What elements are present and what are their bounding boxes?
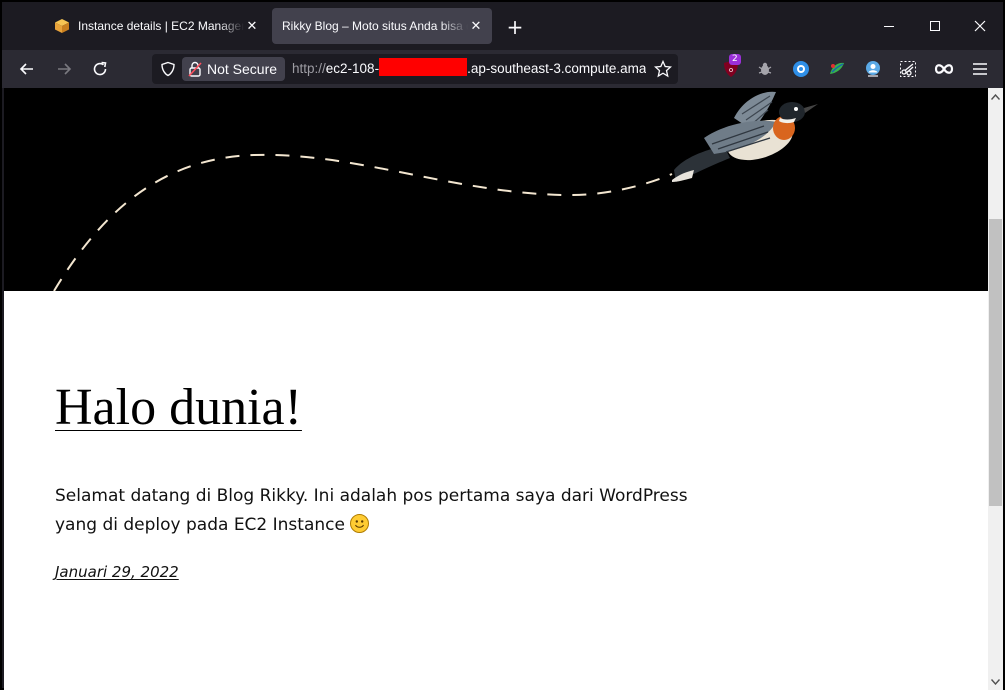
tab-title: Rikky Blog – Moto situs Anda bisa dileta… (282, 19, 468, 33)
feather-extension-button[interactable] (827, 59, 847, 79)
infinity-icon (934, 64, 954, 74)
chevron-down-icon (991, 678, 1000, 685)
scroll-up-button[interactable] (988, 88, 1003, 105)
dashed-flight-path (53, 153, 673, 291)
person-pin-icon (866, 61, 880, 77)
globe-extension-button[interactable] (791, 59, 811, 79)
maximize-button[interactable] (912, 2, 958, 50)
minimize-button[interactable] (866, 2, 912, 50)
site-security-indicator[interactable]: Not Secure (182, 57, 286, 81)
extension-badge: 2 (729, 54, 741, 65)
new-tab-button[interactable]: + (502, 14, 528, 40)
application-menu-button[interactable] (970, 59, 990, 79)
globe-icon (793, 61, 809, 77)
aws-box-icon (55, 19, 69, 33)
url-text[interactable]: http://ec2-108- .ap-southeast-3.compute.a… (292, 54, 646, 84)
page-viewport: Halo dunia! Selamat datang di Blog Rikky… (4, 88, 988, 690)
header-hero-banner (4, 88, 988, 291)
bug-extension-button[interactable] (755, 59, 775, 79)
person-extension-button[interactable] (863, 59, 883, 79)
close-tab-icon[interactable]: ✕ (244, 18, 260, 34)
tracking-protection-shield-icon[interactable] (160, 61, 176, 77)
arrow-left-icon (19, 63, 33, 75)
close-icon (974, 20, 986, 32)
scroll-down-button[interactable] (988, 673, 1003, 690)
bookmark-star-icon[interactable] (654, 60, 672, 78)
svg-text:o: o (729, 66, 733, 74)
bug-icon (758, 62, 772, 75)
navigation-toolbar: Not Secure http://ec2-108- .ap-southeast-… (2, 50, 1003, 88)
arrow-right-icon (58, 63, 72, 75)
post-date-link[interactable]: Januari 29, 2022 (55, 563, 179, 581)
reload-button[interactable] (86, 55, 114, 83)
forward-button[interactable] (50, 55, 78, 83)
chevron-up-icon (991, 93, 1000, 100)
back-button[interactable] (13, 55, 41, 83)
tab-rikky-blog[interactable]: Rikky Blog – Moto situs Anda bisa dileta… (272, 8, 492, 44)
smiley-emoji-icon (350, 514, 370, 533)
post-title-link[interactable]: Halo dunia! (55, 378, 302, 438)
close-window-button[interactable] (957, 2, 1003, 50)
tab-strip: Instance details | EC2 Management Consol… (2, 2, 1003, 50)
bird-illustration (672, 91, 818, 182)
tab-ec2-console[interactable]: Instance details | EC2 Management Consol… (44, 8, 268, 44)
reload-icon (93, 61, 107, 76)
feather-icon (830, 62, 844, 74)
tab-title: Instance details | EC2 Management Consol… (78, 19, 244, 33)
redaction-block (379, 58, 468, 76)
hamburger-menu-icon (973, 63, 987, 75)
scissors-screenshot-icon (900, 61, 916, 77)
maximize-icon (930, 21, 940, 31)
post-body-text: Selamat datang di Blog Rikky. Ini adalah… (55, 486, 688, 535)
ublock-extension-button[interactable]: o 2 (721, 54, 741, 79)
scrollbar-thumb[interactable] (989, 219, 1002, 506)
page-scrollbar[interactable] (988, 88, 1003, 690)
minimize-icon (884, 26, 894, 27)
browser-window: Instance details | EC2 Management Consol… (0, 0, 1005, 690)
url-bar[interactable]: Not Secure http://ec2-108- .ap-southeast-… (152, 54, 678, 84)
screenshot-extension-button[interactable] (898, 59, 918, 79)
infinity-extension-button[interactable] (934, 59, 954, 79)
not-secure-label: Not Secure (207, 61, 278, 77)
post-content: Selamat datang di Blog Rikky. Ini adalah… (55, 482, 735, 540)
close-tab-icon[interactable]: ✕ (468, 18, 484, 34)
insecure-lock-icon (188, 61, 202, 77)
